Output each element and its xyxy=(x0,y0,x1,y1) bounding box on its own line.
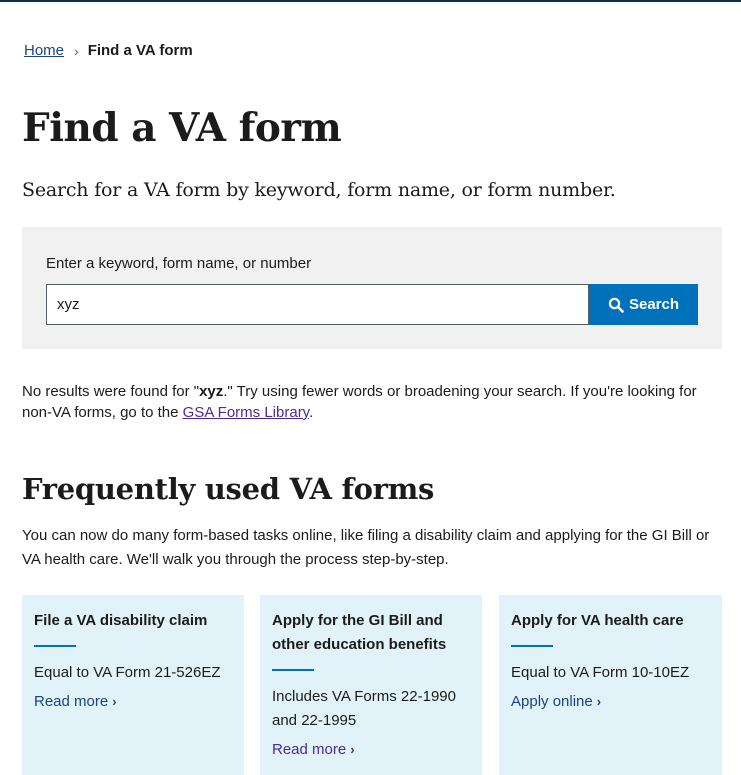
search-panel: Enter a keyword, form name, or number Se… xyxy=(22,227,722,349)
search-button[interactable]: Search xyxy=(589,284,698,325)
page-title: Find a VA form xyxy=(22,105,342,151)
card-title: Apply for the GI Bill and other educatio… xyxy=(272,612,447,653)
search-input[interactable] xyxy=(46,284,589,325)
frequent-forms-title: Frequently used VA forms xyxy=(22,472,435,506)
page-lead: Search for a VA form by keyword, form na… xyxy=(22,179,616,201)
card-divider xyxy=(34,645,76,647)
card-gi-bill: Apply for the GI Bill and other educatio… xyxy=(260,595,482,775)
breadcrumb-home-link[interactable]: Home xyxy=(24,42,64,59)
card-disability-claim: File a VA disability claim Equal to VA F… xyxy=(22,595,244,775)
card-divider xyxy=(272,669,314,671)
no-results-message: No results were found for "xyz." Try usi… xyxy=(22,383,697,421)
search-label: Enter a keyword, form name, or number xyxy=(46,255,312,272)
card-health-care: Apply for VA health care Equal to VA For… xyxy=(499,595,722,775)
search-button-label: Search xyxy=(628,296,680,313)
header-border xyxy=(0,0,741,2)
card-text: Equal to VA Form 21-526EZ xyxy=(34,664,221,681)
chevron-right-icon: › xyxy=(350,742,355,757)
card-read-more-link[interactable]: Read more › xyxy=(272,741,355,758)
gsa-forms-library-link[interactable]: GSA Forms Library xyxy=(183,404,309,421)
card-title: Apply for VA health care xyxy=(511,612,684,629)
card-title: File a VA disability claim xyxy=(34,612,208,629)
no-results-query: xyz xyxy=(199,383,224,400)
breadcrumb-current: Find a VA form xyxy=(87,42,193,59)
frequent-forms-description: You can now do many form-based tasks onl… xyxy=(22,527,710,568)
card-divider xyxy=(511,645,553,647)
chevron-right-icon: › xyxy=(112,694,117,709)
breadcrumb-separator-icon: › xyxy=(74,42,79,59)
card-read-more-link[interactable]: Read more › xyxy=(34,693,117,710)
chevron-right-icon: › xyxy=(596,694,602,709)
card-text: Equal to VA Form 10-10EZ xyxy=(511,664,690,681)
card-apply-online-link[interactable]: Apply online › xyxy=(511,693,601,710)
search-icon xyxy=(608,297,624,313)
card-text: Includes VA Forms 22-1990 and 22-1995 xyxy=(272,688,456,729)
breadcrumb: Home › Find a VA form xyxy=(24,42,193,59)
